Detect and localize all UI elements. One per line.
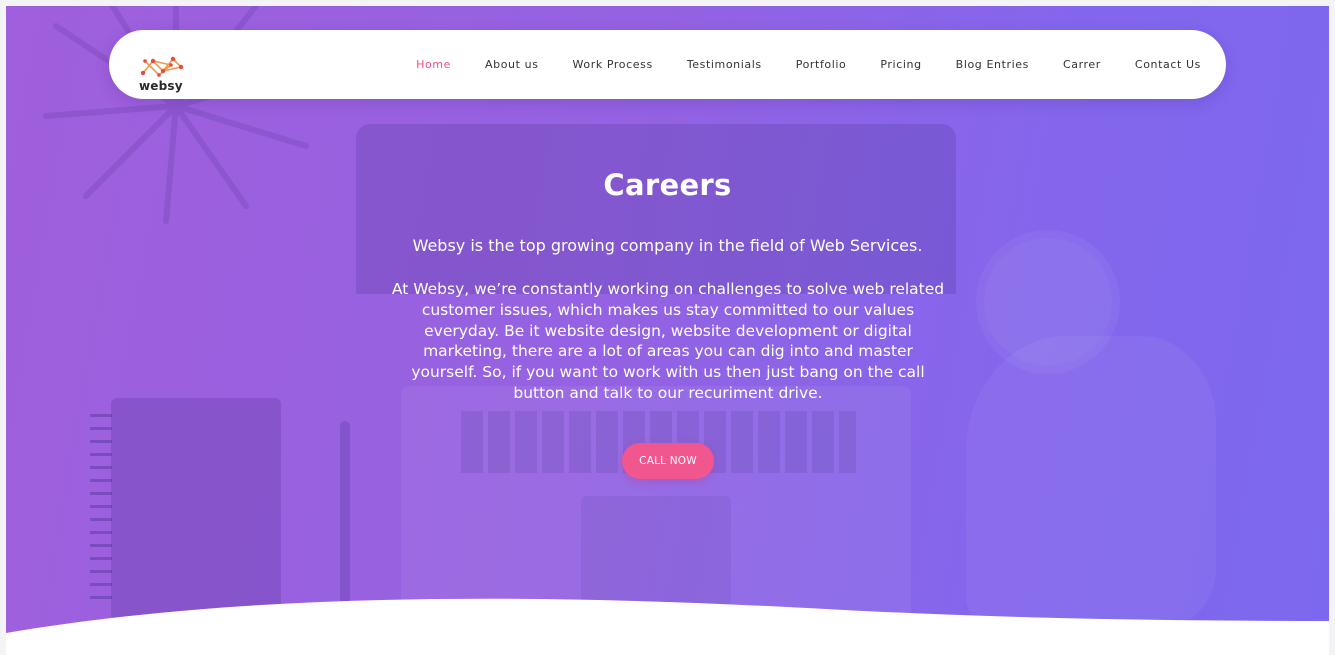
page-title: Careers — [603, 168, 732, 202]
nav-item-portfolio[interactable]: Portfolio — [779, 58, 864, 71]
nav-item-blog-entries[interactable]: Blog Entries — [939, 58, 1046, 71]
nav-item-carrer[interactable]: Carrer — [1046, 58, 1118, 71]
brand-name: websy — [139, 79, 183, 93]
navbar: websy Home About us Work Process Testimo… — [109, 30, 1226, 99]
notebook-background — [111, 398, 281, 620]
notebook-spiral-background — [90, 414, 112, 604]
hero-body-text: At Websy, we’re constantly working on ch… — [391, 280, 945, 402]
hand-background — [966, 336, 1216, 626]
nav-item-home[interactable]: Home — [399, 58, 468, 71]
nav-item-work-process[interactable]: Work Process — [556, 58, 670, 71]
nav-item-testimonials[interactable]: Testimonials — [670, 58, 779, 71]
hero-subtitle: Websy is the top growing company in the … — [412, 236, 923, 255]
network-nodes-logo-icon — [140, 56, 184, 77]
page-frame: websy Home About us Work Process Testimo… — [6, 6, 1329, 655]
brand-logo[interactable]: websy — [137, 53, 187, 95]
call-now-button[interactable]: CALL NOW — [622, 443, 714, 479]
bottom-wave-divider — [6, 598, 1329, 655]
nav-menu: Home About us Work Process Testimonials … — [399, 30, 1201, 99]
nav-item-about-us[interactable]: About us — [468, 58, 556, 71]
pen-background — [340, 421, 350, 611]
trackpad-background — [581, 496, 731, 606]
nav-item-pricing[interactable]: Pricing — [863, 58, 938, 71]
nav-item-contact-us[interactable]: Contact Us — [1118, 58, 1201, 71]
laptop-screen-background — [356, 124, 956, 294]
